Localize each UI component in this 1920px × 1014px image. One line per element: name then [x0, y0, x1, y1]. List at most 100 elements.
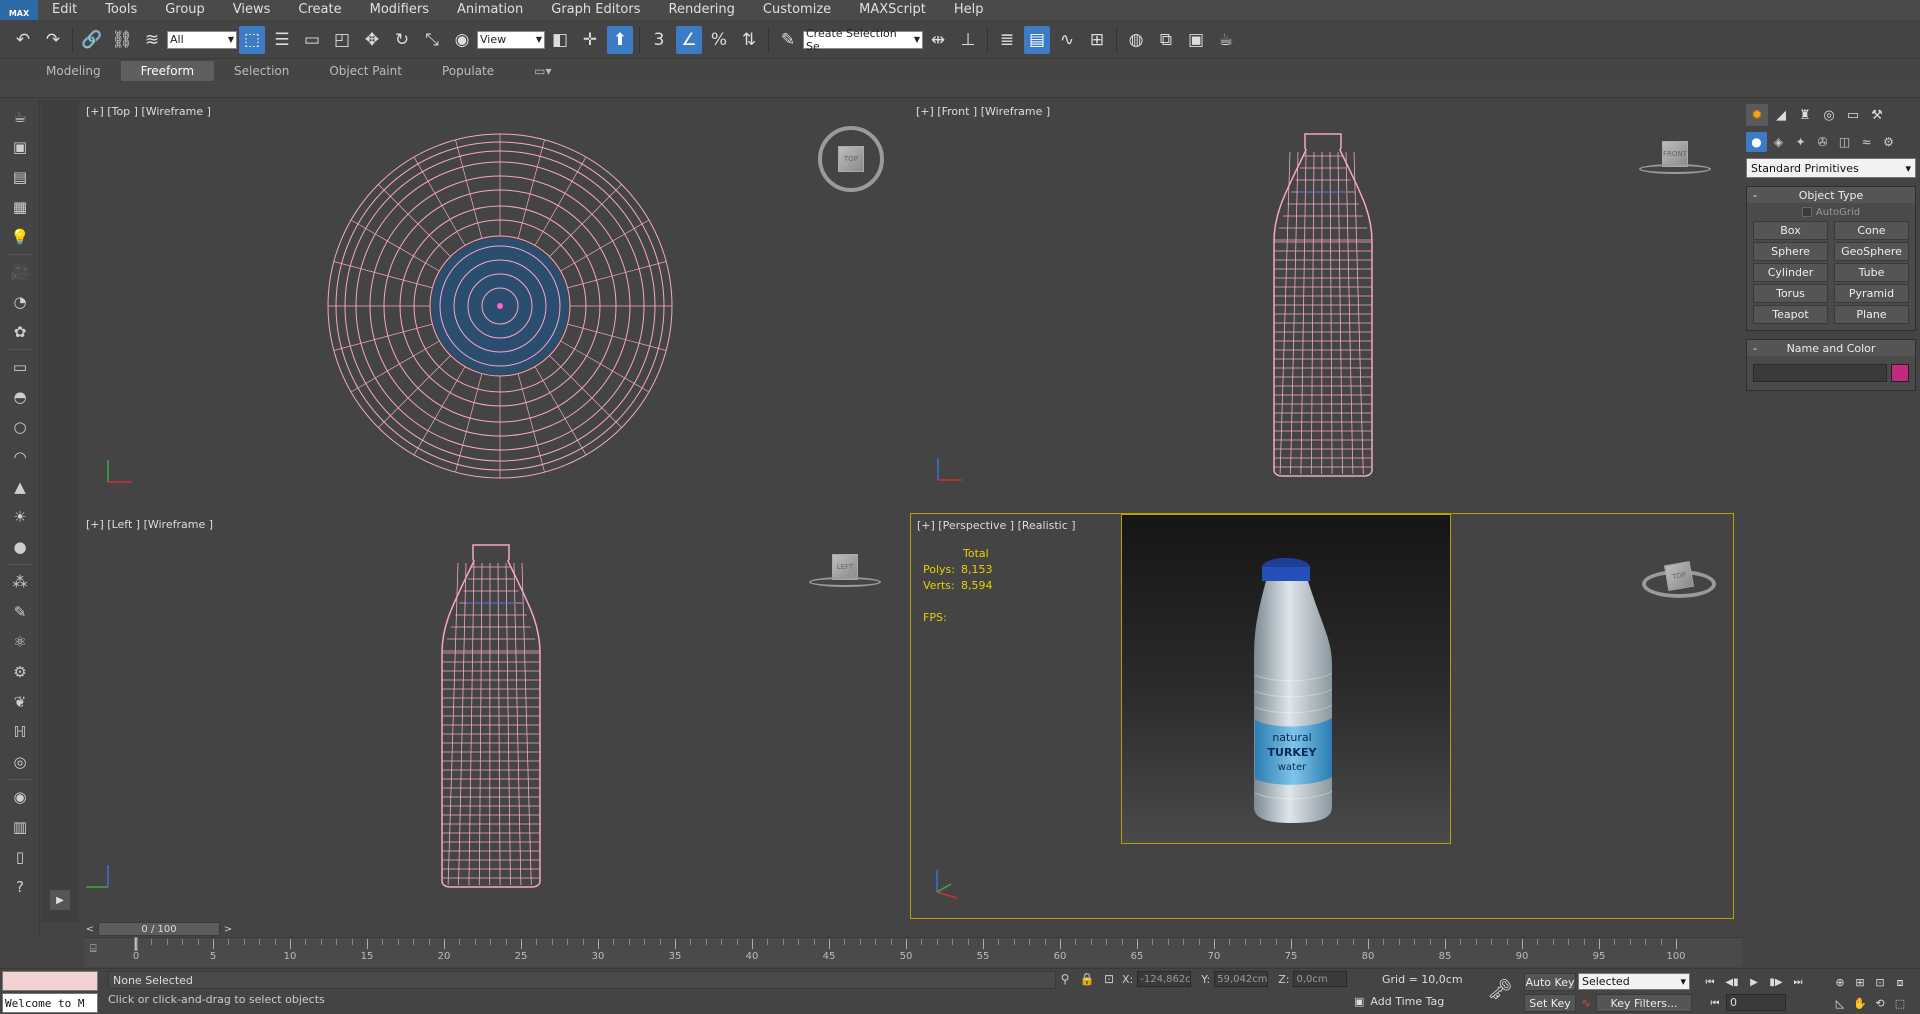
cone-icon[interactable]: ▲: [6, 474, 34, 500]
table-icon[interactable]: ▦: [6, 194, 34, 220]
spinner-snap-icon[interactable]: ⇅: [736, 26, 762, 54]
absolute-mode-icon[interactable]: ⊡: [1100, 971, 1118, 987]
window-crossing-icon[interactable]: ◰: [329, 26, 355, 54]
percent-snap-icon[interactable]: %: [706, 26, 732, 54]
menu-maxscript[interactable]: MAXScript: [845, 0, 940, 20]
rotate-icon[interactable]: ↻: [389, 26, 415, 54]
object-type-header[interactable]: - Object Type: [1747, 187, 1915, 203]
viewcube-face[interactable]: TOP: [1663, 560, 1695, 592]
viewport-label[interactable]: [+] [Perspective ] [Realistic ]: [917, 519, 1076, 532]
dynamics-icon[interactable]: ⚛: [6, 629, 34, 655]
hair-icon[interactable]: ℍ: [6, 719, 34, 745]
modify-tab-icon[interactable]: ◢: [1770, 104, 1792, 126]
ball-icon[interactable]: ●: [6, 534, 34, 560]
place-icon[interactable]: ◉: [449, 26, 475, 54]
cone-button[interactable]: Cone: [1834, 221, 1909, 240]
menu-customize[interactable]: Customize: [749, 0, 845, 20]
material-editor-icon[interactable]: ◍: [1123, 26, 1149, 54]
next-frame-icon[interactable]: >: [222, 921, 234, 937]
cylinder-button[interactable]: Cylinder: [1753, 263, 1828, 282]
gear-icon[interactable]: ⚙: [6, 659, 34, 685]
field-of-view-icon[interactable]: ◺: [1830, 994, 1850, 1013]
hierarchy-tab-icon[interactable]: ♜: [1794, 104, 1816, 126]
viewport-perspective[interactable]: natural TURKEY water [+] [Perspective ] …: [910, 513, 1734, 919]
cloth-icon[interactable]: ◎: [6, 749, 34, 775]
maxscript-listener-output[interactable]: [2, 971, 98, 991]
auto-key-button[interactable]: Auto Key: [1524, 973, 1576, 991]
mirror-icon[interactable]: ⇹: [925, 26, 951, 54]
menu-help[interactable]: Help: [940, 0, 998, 20]
next-key-icon[interactable]: ▮▶: [1766, 973, 1786, 991]
angle-snap-icon[interactable]: ∠: [676, 25, 702, 54]
particles-icon[interactable]: ⁂: [6, 569, 34, 595]
utilities-tab-icon[interactable]: ⚒: [1866, 104, 1888, 126]
key-icon[interactable]: 🗝: [1486, 975, 1514, 1003]
paint-icon[interactable]: ✎: [6, 599, 34, 625]
object-color-swatch[interactable]: [1891, 364, 1909, 382]
schematic-view-icon[interactable]: ⊞: [1084, 26, 1110, 54]
lock-icon[interactable]: 🔒: [1078, 971, 1096, 987]
box-button[interactable]: Box: [1753, 221, 1828, 240]
rendered-frame-window-icon[interactable]: ▣: [1183, 26, 1209, 54]
zoom-icon[interactable]: ⊕: [1830, 973, 1850, 992]
grass-icon[interactable]: ❦: [6, 689, 34, 715]
curve-icon[interactable]: ∿: [1578, 994, 1594, 1012]
zoom-all-icon[interactable]: ⊞: [1850, 973, 1870, 992]
z-coordinate-input[interactable]: 0,0cm: [1293, 971, 1348, 987]
help-icon[interactable]: ?: [6, 874, 34, 900]
align-icon[interactable]: ⊥: [955, 26, 981, 54]
motion-tab-icon[interactable]: ◎: [1818, 104, 1840, 126]
menu-views[interactable]: Views: [219, 0, 285, 20]
select-object-icon[interactable]: ⬚: [239, 25, 265, 54]
viewport-icon[interactable]: ▣: [6, 134, 34, 160]
tab-modeling[interactable]: Modeling: [26, 61, 121, 81]
unlink-icon[interactable]: ⛓: [109, 26, 135, 54]
cameras-icon[interactable]: ✇: [1812, 132, 1833, 152]
space-warps-icon[interactable]: ≈: [1856, 132, 1877, 152]
pivot-center-icon[interactable]: ◧: [547, 26, 573, 54]
menu-rendering[interactable]: Rendering: [655, 0, 749, 20]
select-by-name-icon[interactable]: ☰: [269, 26, 295, 54]
current-frame-input[interactable]: 0: [1726, 994, 1786, 1011]
go-to-start-icon[interactable]: ⏮: [1700, 973, 1720, 991]
y-coordinate-input[interactable]: 59,042cm: [1214, 971, 1269, 987]
scale-icon[interactable]: ⤡: [419, 26, 445, 54]
viewport-front[interactable]: [+] [Front ] [Wireframe ] FRONT: [910, 100, 1734, 510]
plane-button[interactable]: Plane: [1834, 305, 1909, 324]
add-time-tag[interactable]: ▣ Add Time Tag: [1354, 995, 1444, 1008]
lights-icon[interactable]: ✦: [1790, 132, 1811, 152]
menu-modifiers[interactable]: Modifiers: [356, 0, 443, 20]
curve-editor-icon[interactable]: ∿: [1054, 26, 1080, 54]
zoom-extents-icon[interactable]: ⊡: [1870, 973, 1890, 992]
play-icon[interactable]: ▶: [1744, 973, 1764, 991]
undo-icon[interactable]: ↶: [10, 26, 36, 54]
render-icon[interactable]: ▥: [6, 814, 34, 840]
ribbon-toggle-icon[interactable]: ▤: [1024, 25, 1050, 54]
isolate-icon[interactable]: ⚲: [1056, 971, 1074, 987]
torus-button[interactable]: Torus: [1753, 284, 1828, 303]
display-tab-icon[interactable]: ▭: [1842, 104, 1864, 126]
pyramid-button[interactable]: Pyramid: [1834, 284, 1909, 303]
move-icon[interactable]: ✥: [359, 26, 385, 54]
tube-button[interactable]: Tube: [1834, 263, 1909, 282]
set-key-button[interactable]: Set Key: [1524, 994, 1576, 1012]
sky-icon[interactable]: ◠: [6, 444, 34, 470]
helpers-icon[interactable]: ◫: [1834, 132, 1855, 152]
time-slider-thumb[interactable]: 0 / 100: [98, 922, 220, 936]
menu-animation[interactable]: Animation: [443, 0, 537, 20]
sun-icon[interactable]: ☀: [6, 504, 34, 530]
key-mode-toggle-icon[interactable]: ⏮: [1706, 994, 1724, 1012]
timeline-ruler[interactable]: 0 5 10 15 20 25 30 35 40 45 50 55 60 65 70 75 80 85 90 95 10…: [133, 937, 1734, 967]
viewcube[interactable]: LEFT: [809, 549, 881, 587]
geometry-icon[interactable]: ●: [1746, 132, 1767, 152]
systems-icon[interactable]: ⚙: [1878, 132, 1899, 152]
key-filters-button[interactable]: Key Filters...: [1596, 994, 1692, 1012]
tab-populate[interactable]: Populate: [422, 61, 514, 81]
tab-selection[interactable]: Selection: [214, 61, 309, 81]
link-icon[interactable]: 🔗: [79, 26, 105, 54]
shapes-icon[interactable]: ◈: [1768, 132, 1789, 152]
key-mode-dropdown[interactable]: Selected ▾: [1578, 973, 1690, 990]
expand-arrow-icon[interactable]: ▶: [50, 890, 70, 910]
viewport-left[interactable]: [+] [Left ] [Wireframe ] LEFT: [80, 513, 907, 919]
teapot-button[interactable]: Teapot: [1753, 305, 1828, 324]
